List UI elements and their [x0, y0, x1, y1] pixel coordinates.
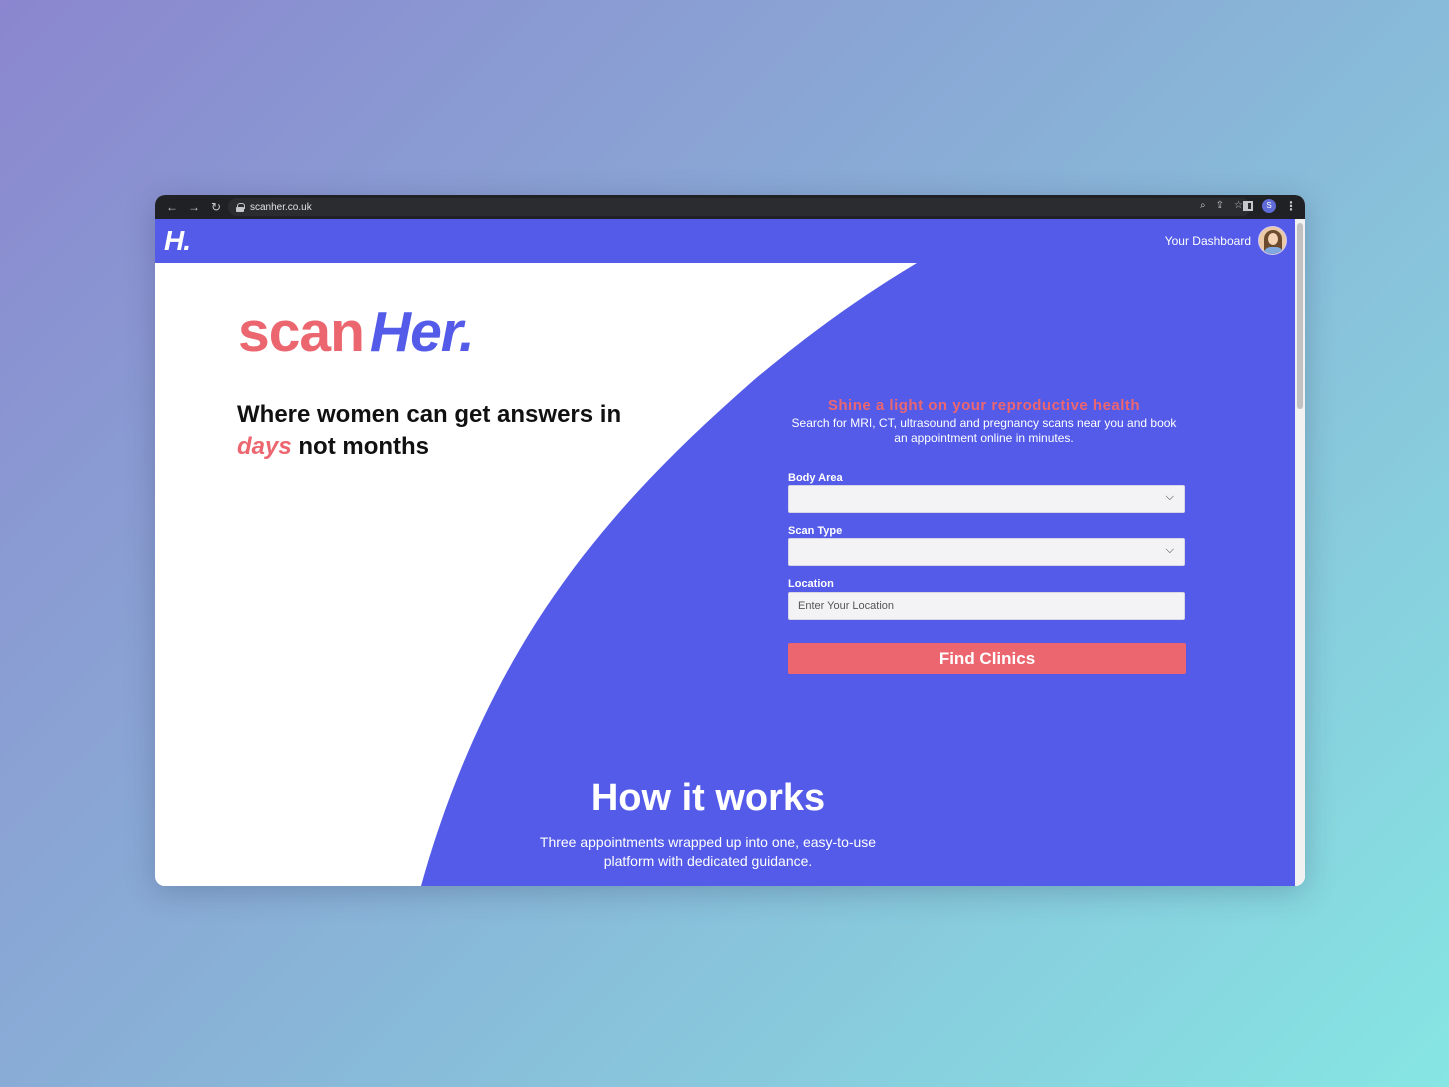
page-scrollbar[interactable]: [1295, 219, 1305, 886]
search-heading: Shine a light on your reproductive healt…: [827, 397, 1141, 414]
browser-window: ← → ↻ scanher.co.uk ⌕ ⇪ ☆ S ⋮ H. Your Da…: [155, 195, 1305, 886]
address-bar-url: scanher.co.uk: [250, 201, 312, 213]
how-it-works-subtitle: Three appointments wrapped up into one, …: [539, 834, 877, 869]
address-bar[interactable]: scanher.co.uk ⌕ ⇪ ☆: [228, 198, 1251, 216]
reload-icon[interactable]: ↻: [209, 200, 223, 214]
profile-avatar[interactable]: S: [1262, 199, 1276, 213]
tagline-part2: not months: [298, 433, 430, 460]
site-logo[interactable]: H.: [164, 225, 191, 257]
hero-tagline: Where women can get answers in days not …: [237, 399, 657, 463]
side-panel-icon[interactable]: [1243, 201, 1253, 211]
body-area-select[interactable]: ⌵: [788, 485, 1185, 513]
find-clinics-button[interactable]: Find Clinics: [788, 643, 1186, 674]
scrollbar-thumb[interactable]: [1297, 223, 1303, 409]
lock-icon: [236, 202, 245, 212]
share-icon[interactable]: ⇪: [1216, 200, 1224, 211]
bookmark-star-icon[interactable]: ☆: [1234, 200, 1243, 211]
your-dashboard-link[interactable]: Your Dashboard: [1165, 234, 1251, 248]
brand-her: Her.: [369, 300, 475, 364]
brand-wordmark: scan Her.: [238, 299, 475, 365]
arrow-right-icon[interactable]: →: [187, 200, 201, 214]
how-it-works-title: How it works: [590, 777, 826, 819]
brand-scan: scan: [238, 300, 365, 364]
user-avatar[interactable]: [1258, 226, 1287, 255]
scan-type-label: Scan Type: [788, 525, 843, 537]
body-area-label: Body Area: [788, 472, 843, 484]
arrow-left-icon[interactable]: ←: [165, 200, 179, 214]
search-description: Search for MRI, CT, ultrasound and pregn…: [791, 416, 1177, 445]
tagline-highlight: days: [237, 433, 292, 460]
location-input[interactable]: [788, 592, 1185, 620]
scan-type-select[interactable]: ⌵: [788, 538, 1185, 566]
page-content: H. Your Dashboard scan Her. Where women c…: [155, 219, 1305, 886]
browser-toolbar: ← → ↻ scanher.co.uk ⌕ ⇪ ☆ S ⋮: [155, 195, 1305, 219]
chevron-down-icon: ⌵: [1165, 491, 1174, 503]
site-header: H. Your Dashboard: [155, 219, 1295, 263]
chevron-down-icon: ⌵: [1165, 544, 1174, 556]
kebab-menu-icon[interactable]: ⋮: [1285, 199, 1297, 213]
zoom-icon[interactable]: ⌕: [1200, 200, 1206, 211]
location-label: Location: [788, 578, 834, 590]
tagline-part1: Where women can get answers in: [237, 401, 622, 428]
